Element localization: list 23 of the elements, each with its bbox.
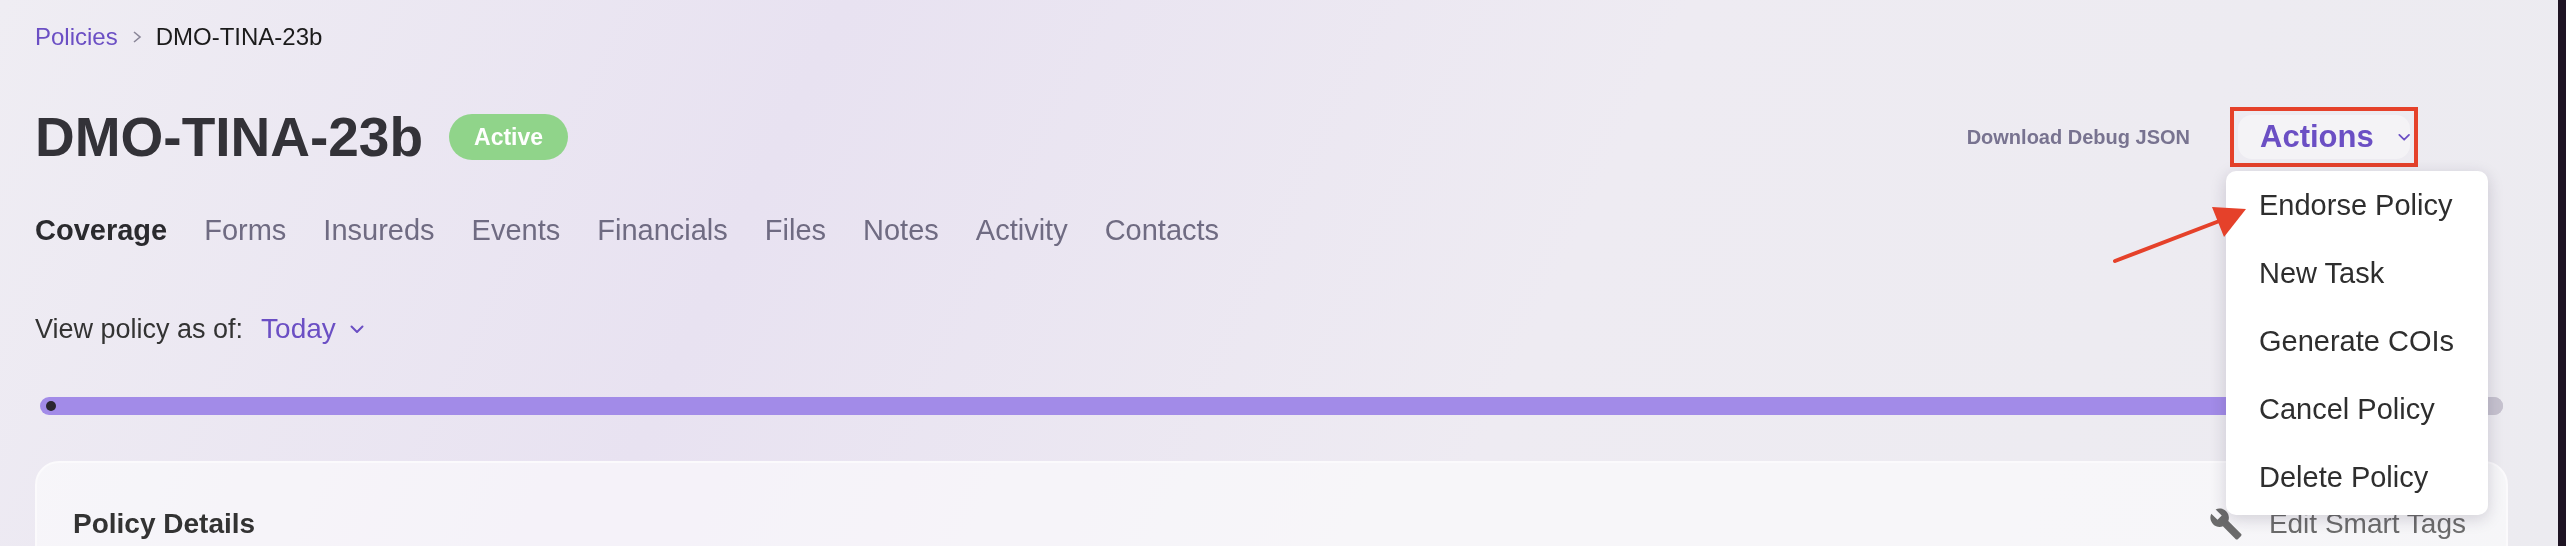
- date-dropdown[interactable]: Today: [261, 313, 364, 345]
- tab[interactable]: Events: [471, 213, 561, 247]
- menu-item[interactable]: Endorse Policy: [2226, 171, 2488, 239]
- tab[interactable]: Insureds: [323, 213, 435, 247]
- status-badge: Active: [449, 114, 569, 160]
- menu-item[interactable]: New Task: [2226, 239, 2488, 307]
- tab[interactable]: Contacts: [1104, 213, 1220, 247]
- tab[interactable]: Files: [764, 213, 827, 247]
- tab[interactable]: Activity: [975, 213, 1068, 247]
- tab[interactable]: Coverage: [35, 213, 168, 247]
- menu-item[interactable]: Cancel Policy: [2226, 375, 2488, 443]
- menu-item[interactable]: Generate COIs: [2226, 307, 2488, 375]
- breadcrumb-link[interactable]: Policies: [35, 23, 118, 51]
- tab[interactable]: Forms: [204, 213, 287, 247]
- tab[interactable]: Financials: [597, 213, 728, 247]
- page-title: DMO-TINA-23b: [35, 105, 424, 169]
- breadcrumb-current: DMO-TINA-23b: [155, 23, 323, 51]
- tab[interactable]: Notes: [863, 213, 939, 247]
- download-link[interactable]: Download Debug JSON: [1966, 125, 2190, 149]
- date-label: View policy as of:: [35, 313, 244, 345]
- menu-item[interactable]: Delete Policy: [2226, 443, 2488, 511]
- actions-button[interactable]: Actions: [2238, 115, 2410, 159]
- card-title: Policy Details: [73, 508, 256, 540]
